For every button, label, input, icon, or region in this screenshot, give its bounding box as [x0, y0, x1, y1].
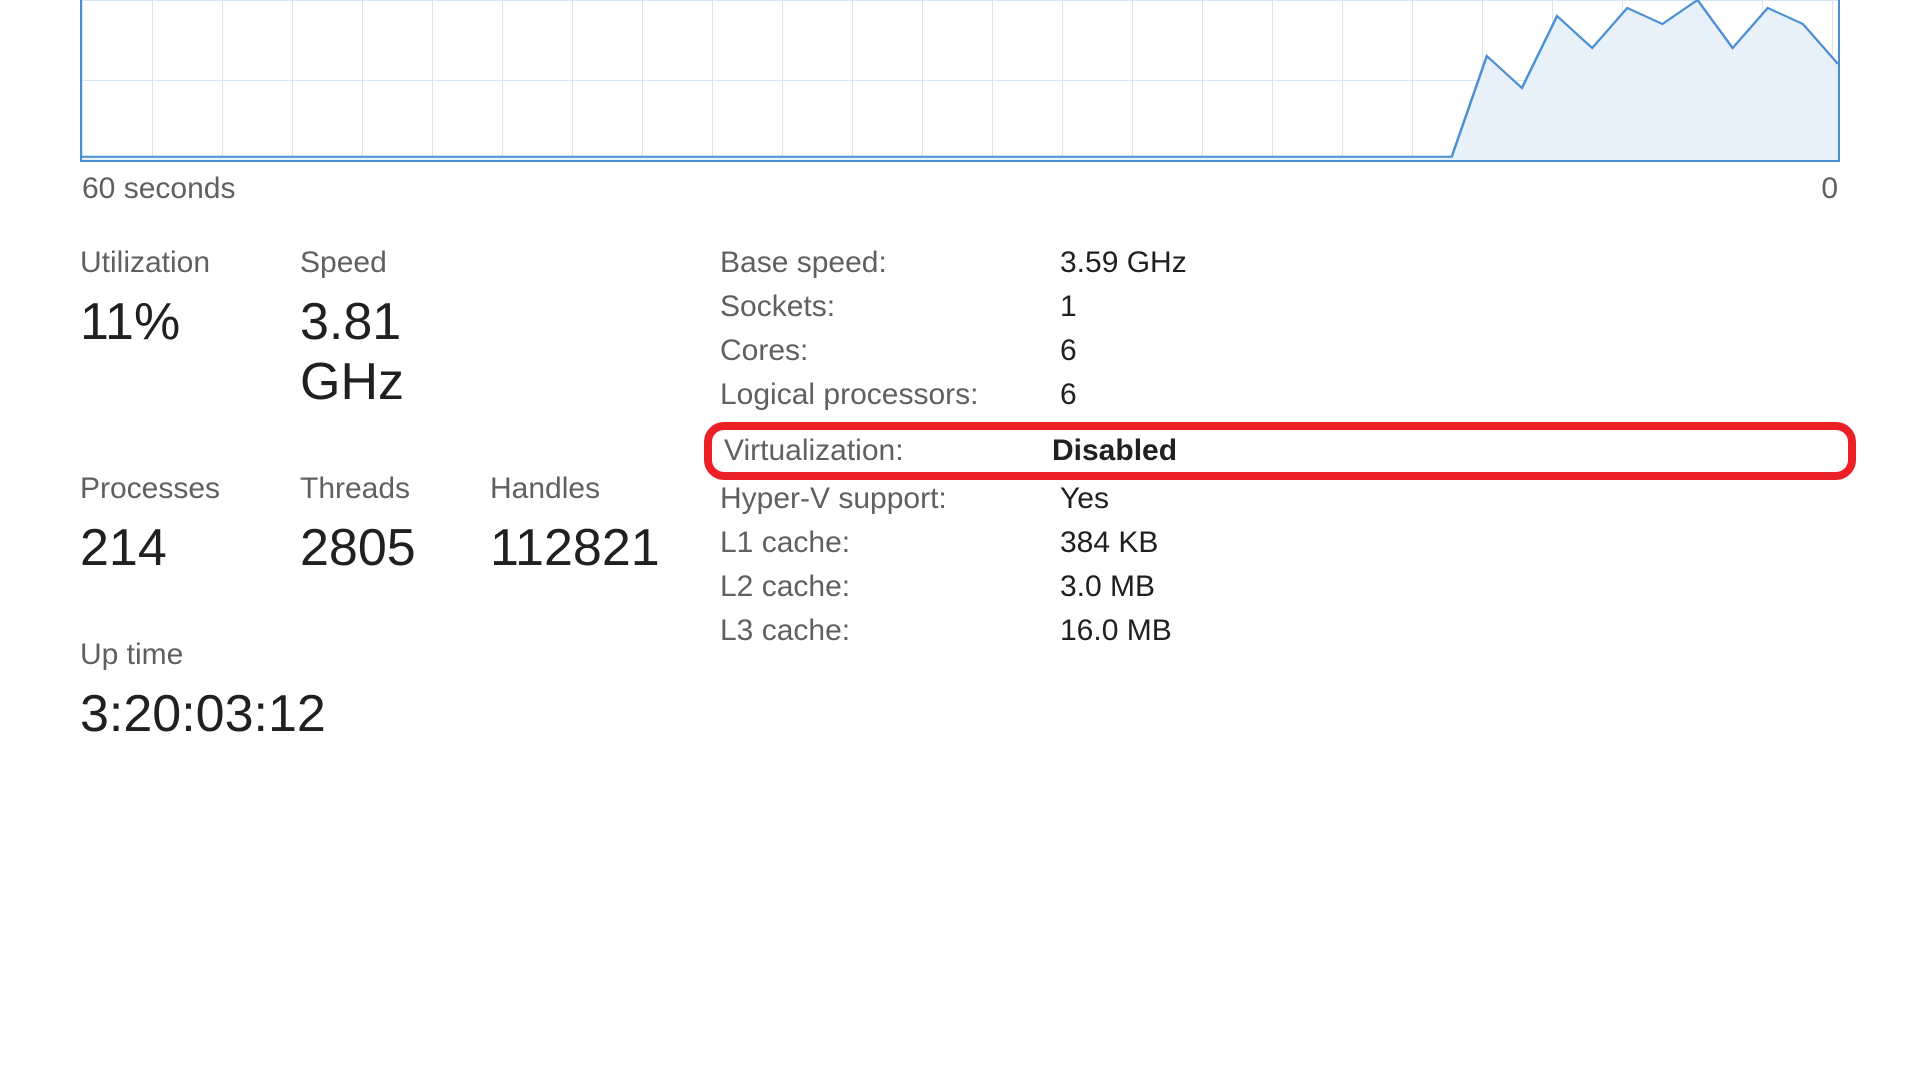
l1-cache-value: 384 KB — [1060, 526, 1158, 560]
hyperv-label: Hyper-V support: — [720, 482, 1060, 516]
speed-label: Speed — [300, 246, 490, 280]
processes-stat: Processes 214 — [80, 472, 300, 578]
sockets-value: 1 — [1060, 290, 1077, 324]
utilization-value: 11% — [80, 292, 300, 352]
l2-cache-value: 3.0 MB — [1060, 570, 1155, 604]
processes-value: 214 — [80, 518, 300, 578]
processes-label: Processes — [80, 472, 300, 506]
cores-row: Cores: 6 — [720, 334, 1840, 368]
cpu-specs: Base speed: 3.59 GHz Sockets: 1 Cores: 6… — [720, 246, 1840, 804]
axis-right-label: 0 — [1821, 172, 1838, 206]
l3-cache-value: 16.0 MB — [1060, 614, 1172, 648]
utilization-stat: Utilization 11% — [80, 246, 300, 412]
virtualization-value: Disabled — [1052, 434, 1177, 468]
sockets-label: Sockets: — [720, 290, 1060, 324]
handles-label: Handles — [490, 472, 710, 506]
primary-stats: Utilization 11% Speed 3.81 GHz Processes… — [80, 246, 720, 804]
sockets-row: Sockets: 1 — [720, 290, 1840, 324]
cpu-usage-line — [82, 0, 1838, 160]
logical-processors-value: 6 — [1060, 378, 1077, 412]
uptime-value: 3:20:03:12 — [80, 684, 326, 744]
handles-stat: Handles 112821 — [490, 472, 710, 578]
utilization-label: Utilization — [80, 246, 300, 280]
speed-stat: Speed 3.81 GHz — [300, 246, 490, 412]
l3-cache-row: L3 cache: 16.0 MB — [720, 614, 1840, 648]
threads-label: Threads — [300, 472, 490, 506]
uptime-stat: Up time 3:20:03:12 — [80, 638, 326, 744]
logical-processors-label: Logical processors: — [720, 378, 1060, 412]
hyperv-row: Hyper-V support: Yes — [720, 482, 1840, 516]
uptime-label: Up time — [80, 638, 326, 672]
handles-value: 112821 — [490, 518, 710, 578]
cores-label: Cores: — [720, 334, 1060, 368]
threads-stat: Threads 2805 — [300, 472, 490, 578]
cores-value: 6 — [1060, 334, 1077, 368]
l2-cache-label: L2 cache: — [720, 570, 1060, 604]
virtualization-label: Virtualization: — [724, 434, 1052, 468]
l2-cache-row: L2 cache: 3.0 MB — [720, 570, 1840, 604]
l3-cache-label: L3 cache: — [720, 614, 1060, 648]
base-speed-row: Base speed: 3.59 GHz — [720, 246, 1840, 280]
base-speed-label: Base speed: — [720, 246, 1060, 280]
base-speed-value: 3.59 GHz — [1060, 246, 1187, 280]
l1-cache-label: L1 cache: — [720, 526, 1060, 560]
logical-processors-row: Logical processors: 6 — [720, 378, 1840, 412]
cpu-usage-chart — [80, 0, 1840, 162]
chart-x-axis-labels: 60 seconds 0 — [80, 172, 1840, 206]
hyperv-value: Yes — [1060, 482, 1109, 516]
speed-value: 3.81 GHz — [300, 292, 490, 412]
virtualization-row: Virtualization: Disabled — [704, 422, 1856, 480]
l1-cache-row: L1 cache: 384 KB — [720, 526, 1840, 560]
threads-value: 2805 — [300, 518, 490, 578]
axis-left-label: 60 seconds — [82, 172, 235, 206]
